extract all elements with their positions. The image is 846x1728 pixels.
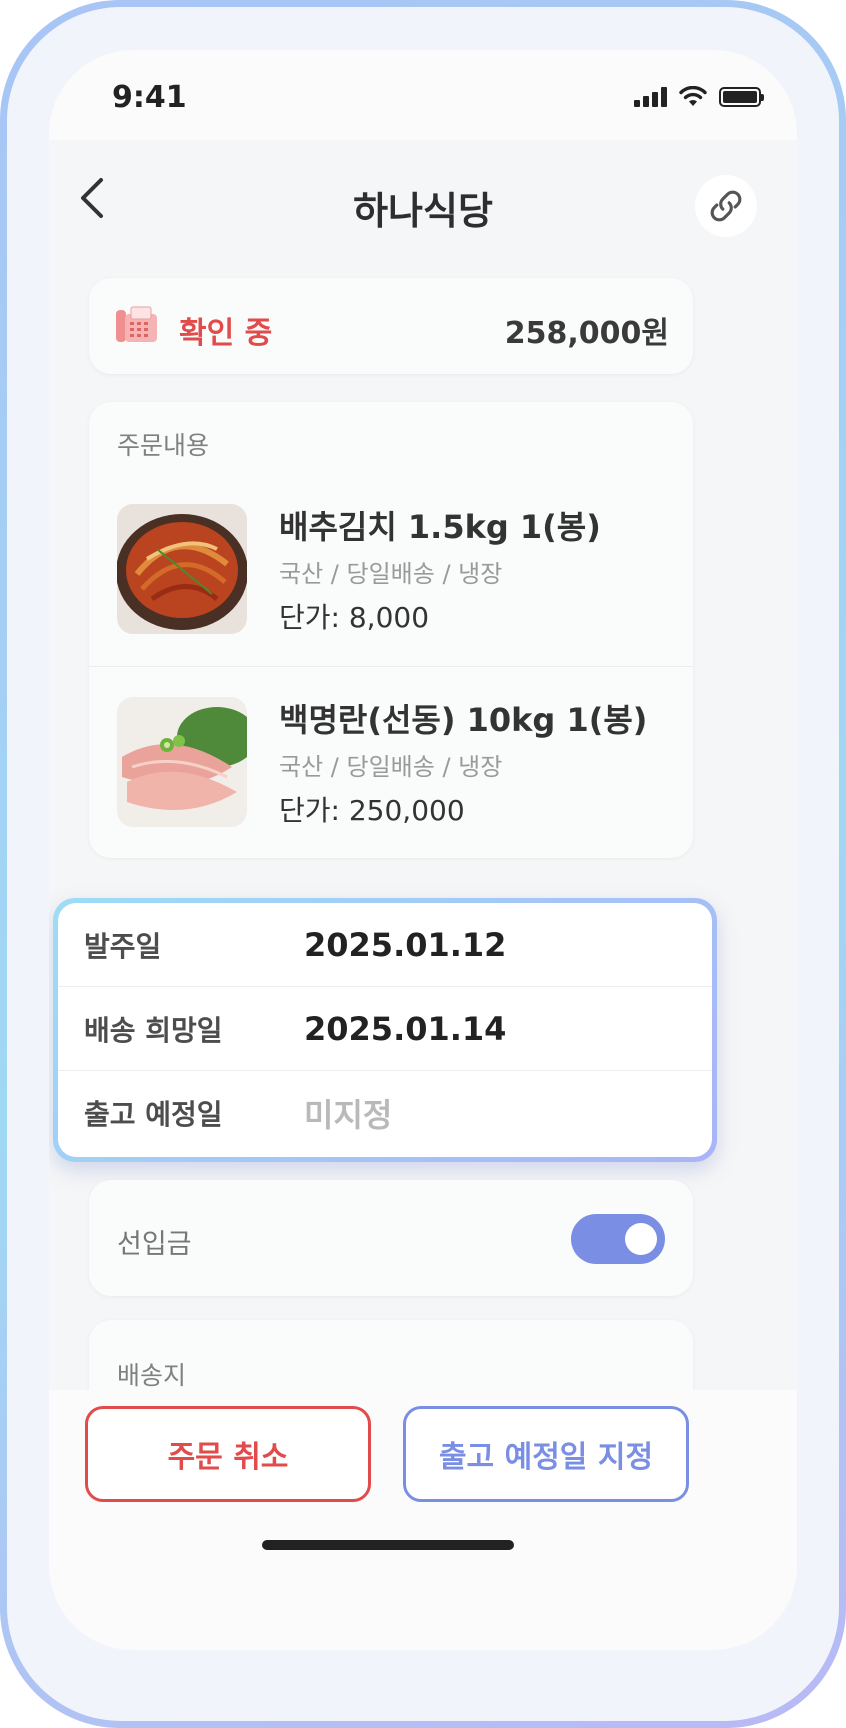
item-tags: 국산 / 당일배송 / 냉장 — [279, 560, 503, 588]
section-title: 주문내용 — [117, 431, 210, 460]
item-name: 백명란(선동) 10kg 1(봉) — [279, 701, 648, 739]
date-value: 2025.01.12 — [304, 925, 507, 964]
prepayment-card: 선입금 — [89, 1180, 693, 1296]
date-label: 출고 예정일 — [84, 1098, 223, 1131]
wifi-icon — [679, 86, 707, 106]
app-screen: 9:41 하나식당 확인 중 258,000원 주문내용 배추김치 1.5kg … — [49, 50, 797, 1650]
item-price: 단가: 8,000 — [279, 601, 430, 634]
link-icon — [710, 190, 742, 222]
order-total: 258,000원 — [504, 316, 669, 351]
date-label: 발주일 — [84, 929, 162, 963]
product-image-kimchi — [117, 504, 247, 634]
battery-icon — [719, 87, 764, 107]
date-value: 미지정 — [304, 1096, 393, 1134]
status-badge: 확인 중 — [179, 316, 273, 351]
date-value: 2025.01.14 — [304, 1009, 507, 1048]
home-indicator — [262, 1540, 514, 1550]
header: 하나식당 — [49, 140, 797, 250]
order-status-card: 확인 중 258,000원 — [89, 278, 693, 374]
prepayment-label: 선입금 — [117, 1229, 192, 1260]
status-bar: 9:41 — [49, 50, 797, 140]
list-item[interactable]: 배추김치 1.5kg 1(봉) 국산 / 당일배송 / 냉장 단가: 8,000 — [89, 474, 693, 664]
date-label: 배송 희망일 — [84, 1013, 223, 1047]
share-link-button[interactable] — [695, 175, 757, 237]
item-price: 단가: 250,000 — [279, 794, 465, 827]
signal-icon — [634, 87, 667, 107]
item-tags: 국산 / 당일배송 / 냉장 — [279, 753, 503, 781]
address-label: 배송지 — [117, 1361, 187, 1390]
prepayment-toggle[interactable] — [571, 1214, 665, 1264]
list-item[interactable]: 백명란(선동) 10kg 1(봉) 국산 / 당일배송 / 냉장 단가: 250… — [89, 666, 693, 857]
order-date-row: 발주일 2025.01.12 — [58, 903, 712, 987]
cancel-order-button[interactable]: 주문 취소 — [85, 1406, 371, 1502]
set-shipping-date-button[interactable]: 출고 예정일 지정 — [403, 1406, 689, 1502]
item-name: 배추김치 1.5kg 1(봉) — [279, 508, 601, 546]
scheduled-shipping-date-row[interactable]: 출고 예정일 미지정 — [58, 1071, 712, 1155]
requested-delivery-date-row: 배송 희망일 2025.01.14 — [58, 987, 712, 1071]
order-contents-card: 주문내용 배추김치 1.5kg 1(봉) 국산 / 당일배송 / 냉장 단가: … — [89, 402, 693, 858]
page-title: 하나식당 — [353, 189, 493, 233]
status-time: 9:41 — [112, 80, 187, 115]
bottom-action-bar: 주문 취소 출고 예정일 지정 — [49, 1390, 797, 1650]
product-image-pollock-roe — [117, 697, 247, 827]
order-dates-card: 발주일 2025.01.12 배송 희망일 2025.01.14 출고 예정일 … — [53, 898, 717, 1162]
status-icons — [634, 86, 764, 108]
fax-icon — [116, 306, 157, 342]
